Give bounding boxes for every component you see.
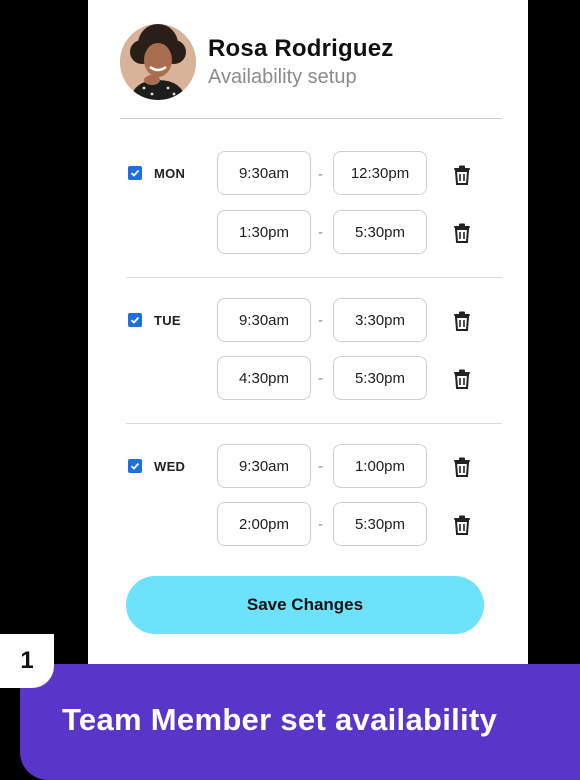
trash-icon[interactable]: [453, 369, 471, 389]
start-time-input[interactable]: 2:00pm: [217, 502, 311, 546]
trash-icon[interactable]: [453, 311, 471, 331]
day-label-mon: MON: [154, 166, 186, 181]
divider: [126, 423, 502, 424]
save-changes-button[interactable]: Save Changes: [126, 576, 484, 634]
avatar: [120, 24, 196, 100]
trash-icon[interactable]: [453, 165, 471, 185]
day-checkbox-tue[interactable]: [128, 313, 142, 327]
day-checkbox-wed[interactable]: [128, 459, 142, 473]
time-separator: -: [318, 312, 323, 329]
time-separator: -: [318, 166, 323, 183]
day-checkbox-mon[interactable]: [128, 166, 142, 180]
check-icon: [130, 316, 140, 324]
time-separator: -: [318, 516, 323, 533]
start-time-input[interactable]: 1:30pm: [217, 210, 311, 254]
divider: [126, 277, 502, 278]
end-time-input[interactable]: 5:30pm: [333, 502, 427, 546]
check-icon: [130, 169, 140, 177]
profile-header: Rosa Rodriguez Availability setup: [120, 24, 510, 104]
caption-text: Team Member set availability: [62, 702, 498, 737]
start-time-input[interactable]: 9:30am: [217, 444, 311, 488]
profile-subtitle: Availability setup: [208, 66, 357, 88]
time-separator: -: [318, 224, 323, 241]
time-separator: -: [318, 458, 323, 475]
start-time-input[interactable]: 4:30pm: [217, 356, 311, 400]
trash-icon[interactable]: [453, 223, 471, 243]
end-time-input[interactable]: 12:30pm: [333, 151, 427, 195]
day-label-wed: WED: [154, 459, 186, 474]
time-separator: -: [318, 370, 323, 387]
step-number: 1: [20, 647, 34, 674]
profile-name: Rosa Rodriguez: [208, 35, 394, 62]
divider: [120, 118, 502, 119]
trash-icon[interactable]: [453, 457, 471, 477]
start-time-input[interactable]: 9:30am: [217, 151, 311, 195]
availability-card: Rosa Rodriguez Availability setup MON 9:…: [88, 0, 528, 780]
start-time-input[interactable]: 9:30am: [217, 298, 311, 342]
end-time-input[interactable]: 5:30pm: [333, 356, 427, 400]
day-label-tue: TUE: [154, 313, 181, 328]
end-time-input[interactable]: 5:30pm: [333, 210, 427, 254]
trash-icon[interactable]: [453, 515, 471, 535]
end-time-input[interactable]: 3:30pm: [333, 298, 427, 342]
end-time-input[interactable]: 1:00pm: [333, 444, 427, 488]
step-badge: 1: [0, 634, 54, 688]
avatar-image: [120, 24, 196, 100]
check-icon: [130, 462, 140, 470]
